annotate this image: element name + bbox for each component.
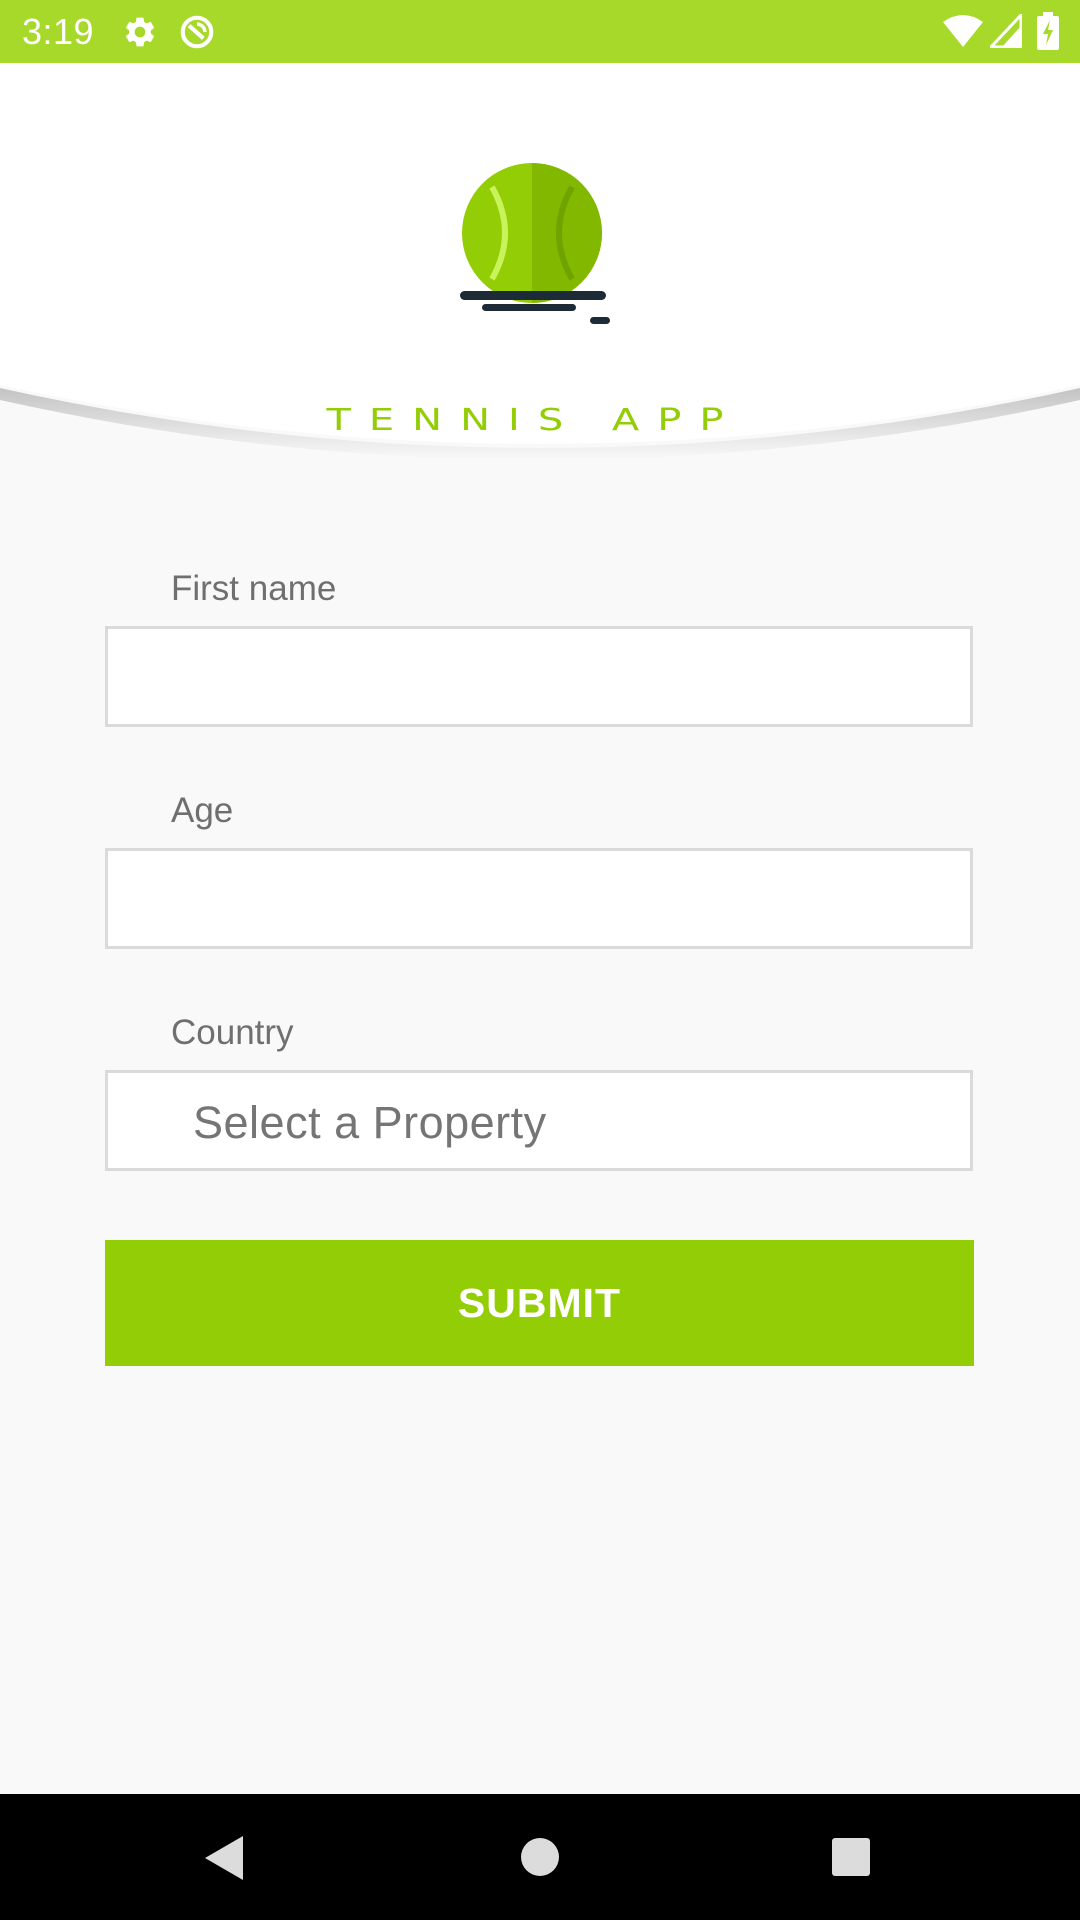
age-input[interactable] — [108, 851, 970, 946]
wifi-icon — [942, 14, 984, 53]
signal-icon — [987, 11, 1023, 53]
age-label: Age — [171, 791, 234, 830]
back-icon[interactable] — [203, 1834, 245, 1887]
battery-icon — [1036, 12, 1060, 55]
first-name-input[interactable] — [108, 629, 970, 724]
country-select[interactable]: Select a Property — [105, 1070, 973, 1171]
home-icon[interactable] — [520, 1837, 560, 1882]
sync-icon — [178, 13, 216, 56]
country-select-value: Select a Property — [193, 1097, 547, 1148]
gear-icon — [122, 14, 158, 55]
first-name-field[interactable] — [105, 626, 973, 727]
app-screen: 3:19 TENNIS APP First name Age Country S… — [0, 0, 1080, 1920]
country-label: Country — [171, 1013, 294, 1052]
first-name-label: First name — [171, 569, 337, 608]
submit-button[interactable]: SUBMIT — [105, 1240, 974, 1366]
logo-text: TENNIS APP — [326, 403, 742, 438]
app-logo: TENNIS APP — [270, 163, 810, 438]
status-time: 3:19 — [22, 11, 95, 52]
recents-icon[interactable] — [831, 1837, 871, 1882]
header: TENNIS APP — [0, 63, 1080, 457]
status-bar: 3:19 — [0, 0, 1080, 63]
navigation-bar — [0, 1794, 1080, 1920]
age-field[interactable] — [105, 848, 973, 949]
